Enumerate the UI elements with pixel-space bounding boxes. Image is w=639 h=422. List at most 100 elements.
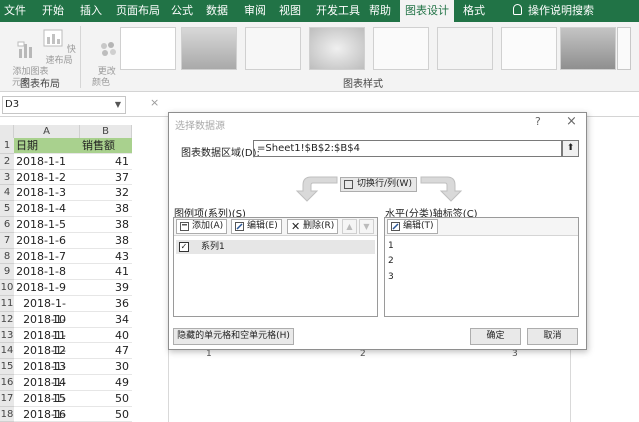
- date-cell[interactable]: 2018-1-4: [14, 201, 80, 217]
- row-header[interactable]: 15: [0, 359, 14, 375]
- chart-style-thumb-1[interactable]: [120, 27, 176, 70]
- category-list-item[interactable]: 1: [388, 241, 394, 251]
- row-header[interactable]: 17: [0, 390, 14, 407]
- remove-series-button[interactable]: ✕ 删除(R): [287, 219, 339, 234]
- sales-cell[interactable]: 34: [80, 312, 132, 328]
- chart-data-range-input[interactable]: =Sheet1!$B$2:$B$4: [253, 140, 562, 157]
- hidden-empty-cells-button[interactable]: 隐藏的单元格和空单元格(H): [173, 328, 294, 345]
- sales-cell[interactable]: 40: [80, 328, 132, 344]
- sales-cell[interactable]: 50: [80, 391, 132, 407]
- cancel-button[interactable]: 取消: [527, 328, 578, 345]
- sales-cell[interactable]: 39: [80, 280, 132, 296]
- row-header[interactable]: 12: [0, 311, 14, 328]
- tab-view[interactable]: 视图: [275, 0, 305, 22]
- row-header[interactable]: 2: [0, 153, 14, 170]
- row-header[interactable]: 5: [0, 201, 14, 217]
- row-header[interactable]: 7: [0, 232, 14, 249]
- edit-axis-labels-button[interactable]: 编辑(T): [387, 219, 438, 234]
- row-header[interactable]: 1: [0, 138, 14, 154]
- chart-area[interactable]: [168, 340, 571, 422]
- date-cell[interactable]: 2018-1-15: [14, 375, 80, 405]
- row-header[interactable]: 11: [0, 296, 14, 312]
- tell-me-search[interactable]: 操作说明搜索: [513, 0, 623, 22]
- chart-style-thumb-5[interactable]: [373, 27, 429, 70]
- sales-cell[interactable]: 49: [80, 375, 132, 391]
- select-all-corner[interactable]: [0, 125, 14, 138]
- sales-cell[interactable]: 37: [80, 170, 132, 186]
- row-header[interactable]: 4: [0, 185, 14, 202]
- tab-data[interactable]: 数据: [202, 0, 232, 22]
- series-list-item[interactable]: ✓ 系列1: [176, 240, 375, 254]
- chart-style-thumb-2[interactable]: [181, 27, 237, 70]
- date-cell[interactable]: 2018-1-2: [14, 170, 80, 186]
- date-cell[interactable]: 2018-1-17: [14, 407, 80, 422]
- tab-file[interactable]: 文件: [0, 0, 30, 22]
- row-header[interactable]: 8: [0, 248, 14, 265]
- collapse-dialog-button[interactable]: ⬆: [562, 140, 579, 157]
- tab-chart-design[interactable]: 图表设计: [400, 0, 454, 22]
- switch-row-column-button[interactable]: 切换行/列(W): [340, 177, 417, 192]
- date-cell[interactable]: 2018-1-8: [14, 264, 80, 281]
- row-header[interactable]: 18: [0, 406, 14, 422]
- tab-page-layout[interactable]: 页面布局: [113, 0, 163, 22]
- name-box[interactable]: D3 ▼: [2, 96, 126, 114]
- tab-help[interactable]: 帮助: [365, 0, 395, 22]
- tab-insert[interactable]: 插入: [76, 0, 106, 22]
- row-header[interactable]: 6: [0, 217, 14, 233]
- date-cell[interactable]: 2018-1-14: [14, 359, 80, 389]
- header-cell-sales[interactable]: 销售额: [80, 138, 132, 154]
- move-up-button[interactable]: ▲: [342, 219, 357, 234]
- tab-developer[interactable]: 开发工具: [313, 0, 363, 22]
- date-cell[interactable]: 2018-1-11: [14, 312, 80, 342]
- move-down-button[interactable]: ▼: [359, 219, 374, 234]
- row-header[interactable]: 3: [0, 169, 14, 186]
- change-colors-button[interactable]: 更改 颜色: [86, 28, 117, 100]
- sales-cell[interactable]: 41: [80, 154, 132, 170]
- cancel-formula-icon[interactable]: ×: [150, 96, 159, 109]
- date-cell[interactable]: 2018-1-5: [14, 217, 80, 233]
- sales-cell[interactable]: 43: [80, 249, 132, 265]
- date-cell[interactable]: 2018-1-10: [14, 296, 80, 326]
- close-icon[interactable]: ×: [566, 114, 577, 129]
- date-cell[interactable]: 2018-1-9: [14, 280, 80, 296]
- category-list-item[interactable]: 3: [388, 272, 394, 282]
- series-checkbox[interactable]: ✓: [179, 242, 189, 252]
- chart-style-thumb-4[interactable]: [309, 27, 365, 70]
- column-header-a[interactable]: A: [14, 125, 80, 138]
- date-cell[interactable]: 2018-1-7: [14, 249, 80, 265]
- sales-cell[interactable]: 32: [80, 185, 132, 202]
- ok-button[interactable]: 确定: [470, 328, 521, 345]
- sales-cell[interactable]: 36: [80, 296, 132, 312]
- sales-cell[interactable]: 38: [80, 201, 132, 217]
- column-header-b[interactable]: B: [80, 125, 132, 138]
- sales-cell[interactable]: 50: [80, 407, 132, 422]
- row-header[interactable]: 14: [0, 343, 14, 360]
- edit-series-button[interactable]: 编辑(E): [231, 219, 282, 234]
- category-list-item[interactable]: 2: [388, 256, 394, 266]
- row-header[interactable]: 13: [0, 327, 14, 344]
- row-header[interactable]: 16: [0, 375, 14, 391]
- chart-style-thumb-3[interactable]: [245, 27, 301, 70]
- date-cell[interactable]: 2018-1-6: [14, 233, 80, 249]
- chart-style-thumb-7[interactable]: [501, 27, 557, 70]
- tab-home[interactable]: 开始: [38, 0, 68, 22]
- sales-cell[interactable]: 41: [80, 264, 132, 281]
- sales-cell[interactable]: 30: [80, 359, 132, 375]
- date-cell[interactable]: 2018-1-13: [14, 343, 80, 373]
- date-cell[interactable]: 2018-1-1: [14, 154, 80, 170]
- date-cell[interactable]: 2018-1-12: [14, 328, 80, 357]
- row-header[interactable]: 9: [0, 264, 14, 281]
- tab-review[interactable]: 审阅: [240, 0, 270, 22]
- sales-cell[interactable]: 47: [80, 343, 132, 360]
- header-cell-date[interactable]: 日期: [14, 138, 80, 154]
- date-cell[interactable]: 2018-1-16: [14, 391, 80, 421]
- sales-cell[interactable]: 38: [80, 233, 132, 249]
- chart-style-thumb-6[interactable]: [437, 27, 493, 70]
- add-series-button[interactable]: 添加(A): [176, 219, 228, 234]
- sales-cell[interactable]: 38: [80, 217, 132, 233]
- style-gallery-scroll[interactable]: [617, 27, 631, 70]
- help-icon[interactable]: ?: [535, 115, 541, 128]
- tab-format[interactable]: 格式: [459, 0, 489, 22]
- tab-formulas[interactable]: 公式: [167, 0, 197, 22]
- chart-style-thumb-8[interactable]: [560, 27, 616, 70]
